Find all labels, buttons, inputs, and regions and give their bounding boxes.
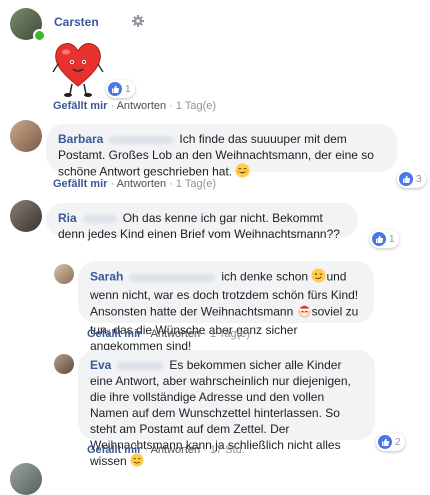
redacted-surname: [129, 273, 216, 282]
comment-actions: Gefällt mir · Antworten · 1 Tag(e): [53, 178, 217, 190]
reply-link[interactable]: Antworten: [151, 444, 201, 456]
comment-bubble: Ria Oh das kenne ich gar nicht. Bekommt d…: [46, 203, 358, 241]
reply-link[interactable]: Antworten: [117, 100, 167, 112]
reply-actions: Gefällt mir · Antworten · 1 Tag(e): [87, 328, 251, 340]
reaction-number: 2: [395, 436, 401, 448]
online-status-dot: [33, 29, 46, 42]
timestamp[interactable]: 17 Std.: [210, 444, 245, 456]
comment-author[interactable]: Ria: [58, 211, 77, 225]
timestamp[interactable]: 1 Tag(e): [210, 328, 250, 340]
comment-text: Ich finde das suuuuper mit dem Postamt. …: [58, 132, 374, 179]
redacted-surname: [117, 361, 164, 370]
redacted-surname: [109, 135, 174, 144]
comment-actions: Gefällt mir · Antworten · 1 Tag(e): [53, 100, 217, 112]
reply-bubble: Sarah ich denke schon und wenn nicht, war…: [78, 261, 374, 353]
reply-bubble: Eva Es bekommen sicher alle Kinder eine A…: [78, 350, 375, 468]
santa-emoji: [297, 303, 312, 322]
reply-actions: Gefällt mir · Antworten · 17 Std.: [87, 444, 245, 456]
comment-author[interactable]: Carsten: [54, 15, 99, 29]
avatar-next-comment[interactable]: [10, 463, 42, 495]
like-link[interactable]: Gefällt mir: [87, 444, 141, 456]
reply-link[interactable]: Antworten: [117, 178, 167, 190]
reaction-number: 1: [389, 233, 395, 245]
like-link[interactable]: Gefällt mir: [53, 178, 107, 190]
heart-sticker: [52, 36, 104, 103]
avatar-sarah[interactable]: [54, 264, 74, 284]
reply-link[interactable]: Antworten: [151, 328, 201, 340]
blush-emoji: [235, 163, 250, 182]
reply-author[interactable]: Eva: [90, 358, 111, 372]
like-icon: [378, 435, 392, 449]
like-icon: [399, 172, 413, 186]
timestamp[interactable]: 1 Tag(e): [176, 100, 216, 112]
like-icon: [108, 82, 122, 96]
like-link[interactable]: Gefällt mir: [87, 328, 141, 340]
avatar-eva[interactable]: [54, 354, 74, 374]
wink-emoji: [311, 268, 326, 287]
gear-icon[interactable]: [132, 14, 144, 32]
reaction-number: 1: [125, 83, 131, 95]
avatar-barbara[interactable]: [10, 120, 42, 152]
reaction-count[interactable]: 3: [397, 170, 426, 188]
reaction-count[interactable]: 2: [376, 433, 405, 451]
like-link[interactable]: Gefällt mir: [53, 100, 107, 112]
comment-author[interactable]: Barbara: [58, 132, 103, 146]
reaction-count[interactable]: 1: [370, 230, 399, 248]
reply-author[interactable]: Sarah: [90, 270, 123, 284]
redacted-surname: [82, 214, 117, 223]
reaction-number: 3: [416, 173, 422, 185]
timestamp[interactable]: 1 Tag(e): [176, 178, 216, 190]
reaction-count[interactable]: 1: [106, 80, 135, 98]
avatar-ria[interactable]: [10, 200, 42, 232]
comment-bubble: Barbara Ich finde das suuuuper mit dem Po…: [46, 124, 397, 179]
like-icon: [372, 232, 386, 246]
reply-text-1: ich denke schon: [221, 269, 309, 284]
